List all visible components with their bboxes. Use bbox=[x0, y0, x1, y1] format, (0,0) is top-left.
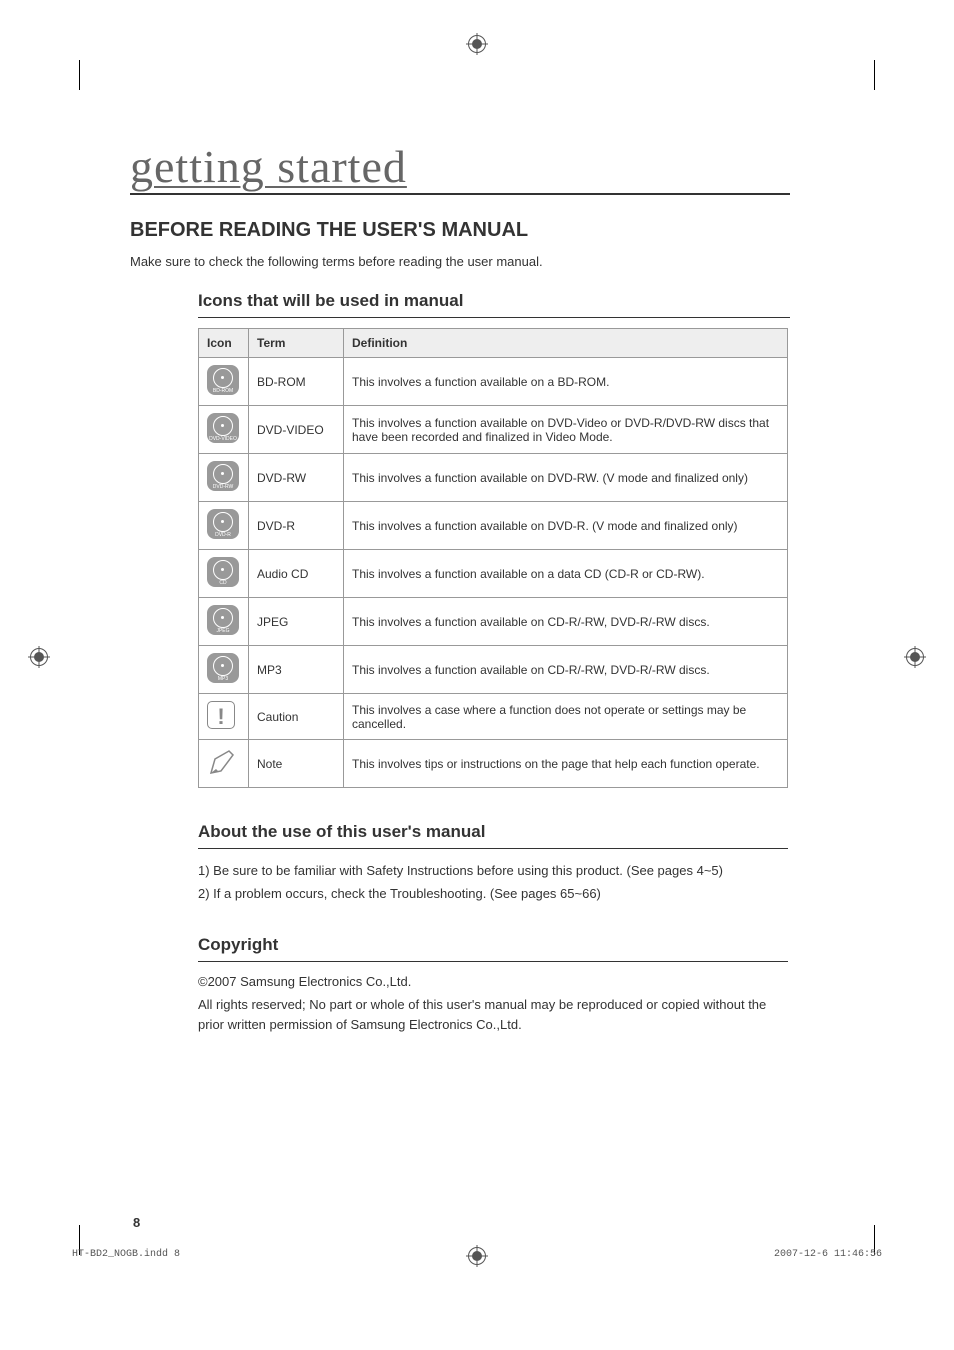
term-cell: Caution bbox=[249, 694, 344, 740]
about-subheading: About the use of this user's manual bbox=[198, 822, 788, 849]
definition-cell: This involves tips or instructions on th… bbox=[344, 740, 788, 788]
term-cell: BD-ROM bbox=[249, 358, 344, 406]
icon-cell bbox=[199, 694, 249, 740]
note-icon bbox=[207, 747, 237, 777]
about-list: 1) Be sure to be familiar with Safety In… bbox=[198, 861, 788, 905]
crop-mark-tl bbox=[62, 60, 80, 90]
footer-left: HT-BD2_NOGB.indd 8 bbox=[72, 1249, 180, 1260]
table-row: JPEG JPEG This involves a function avail… bbox=[199, 598, 788, 646]
crop-mark-tr bbox=[874, 60, 892, 90]
term-cell: MP3 bbox=[249, 646, 344, 694]
definition-cell: This involves a function available on CD… bbox=[344, 646, 788, 694]
table-row: MP3 MP3 This involves a function availab… bbox=[199, 646, 788, 694]
jpeg-icon: JPEG bbox=[207, 605, 239, 635]
table-row: CD Audio CD This involves a function ava… bbox=[199, 550, 788, 598]
table-row: Caution This involves a case where a fun… bbox=[199, 694, 788, 740]
dvd-video-icon: DVD-VIDEO bbox=[207, 413, 239, 443]
th-definition: Definition bbox=[344, 329, 788, 358]
term-cell: DVD-R bbox=[249, 502, 344, 550]
footer-right: 2007-12-6 11:46:56 bbox=[774, 1249, 882, 1260]
lead-text: Make sure to check the following terms b… bbox=[130, 254, 790, 269]
icon-cell bbox=[199, 740, 249, 788]
term-cell: DVD-RW bbox=[249, 454, 344, 502]
registration-mark-right bbox=[906, 648, 924, 666]
about-item-2: 2) If a problem occurs, check the Troubl… bbox=[198, 884, 788, 905]
page-title: getting started bbox=[130, 140, 790, 195]
definition-cell: This involves a case where a function do… bbox=[344, 694, 788, 740]
copyright-subheading: Copyright bbox=[198, 935, 788, 962]
registration-mark-bottom bbox=[468, 1247, 486, 1265]
definition-cell: This involves a function available on a … bbox=[344, 358, 788, 406]
term-cell: Audio CD bbox=[249, 550, 344, 598]
icon-cell: JPEG bbox=[199, 598, 249, 646]
th-icon: Icon bbox=[199, 329, 249, 358]
about-item-1: 1) Be sure to be familiar with Safety In… bbox=[198, 861, 788, 882]
icon-cell: BD-ROM bbox=[199, 358, 249, 406]
table-row: DVD-VIDEO DVD-VIDEO This involves a func… bbox=[199, 406, 788, 454]
copyright-line-2: All rights reserved; No part or whole of… bbox=[198, 995, 788, 1034]
dvd-rw-icon: DVD-RW bbox=[207, 461, 239, 491]
th-term: Term bbox=[249, 329, 344, 358]
table-row: Note This involves tips or instructions … bbox=[199, 740, 788, 788]
definition-cell: This involves a function available on DV… bbox=[344, 406, 788, 454]
icon-cell: MP3 bbox=[199, 646, 249, 694]
term-cell: JPEG bbox=[249, 598, 344, 646]
icon-cell: DVD-VIDEO bbox=[199, 406, 249, 454]
page-number: 8 bbox=[133, 1215, 140, 1230]
table-row: DVD-RW DVD-RW This involves a function a… bbox=[199, 454, 788, 502]
definition-cell: This involves a function available on a … bbox=[344, 550, 788, 598]
definition-cell: This involves a function available on DV… bbox=[344, 502, 788, 550]
icon-cell: DVD-RW bbox=[199, 454, 249, 502]
table-row: BD-ROM BD-ROM This involves a function a… bbox=[199, 358, 788, 406]
mp3-icon: MP3 bbox=[207, 653, 239, 683]
copyright-line-1: ©2007 Samsung Electronics Co.,Ltd. bbox=[198, 972, 788, 992]
table-header-row: Icon Term Definition bbox=[199, 329, 788, 358]
definition-cell: This involves a function available on DV… bbox=[344, 454, 788, 502]
caution-icon bbox=[207, 701, 235, 729]
term-cell: Note bbox=[249, 740, 344, 788]
registration-mark-top bbox=[468, 35, 486, 53]
cd-icon: CD bbox=[207, 557, 239, 587]
section-heading: BEFORE READING THE USER'S MANUAL bbox=[130, 219, 790, 242]
icon-cell: DVD-R bbox=[199, 502, 249, 550]
bd-rom-icon: BD-ROM bbox=[207, 365, 239, 395]
dvd-r-icon: DVD-R bbox=[207, 509, 239, 539]
icons-subheading: Icons that will be used in manual bbox=[198, 291, 790, 318]
definition-cell: This involves a function available on CD… bbox=[344, 598, 788, 646]
icon-cell: CD bbox=[199, 550, 249, 598]
icons-table: Icon Term Definition BD-ROM BD-ROM This … bbox=[198, 328, 788, 788]
registration-mark-left bbox=[30, 648, 48, 666]
table-row: DVD-R DVD-R This involves a function ava… bbox=[199, 502, 788, 550]
term-cell: DVD-VIDEO bbox=[249, 406, 344, 454]
